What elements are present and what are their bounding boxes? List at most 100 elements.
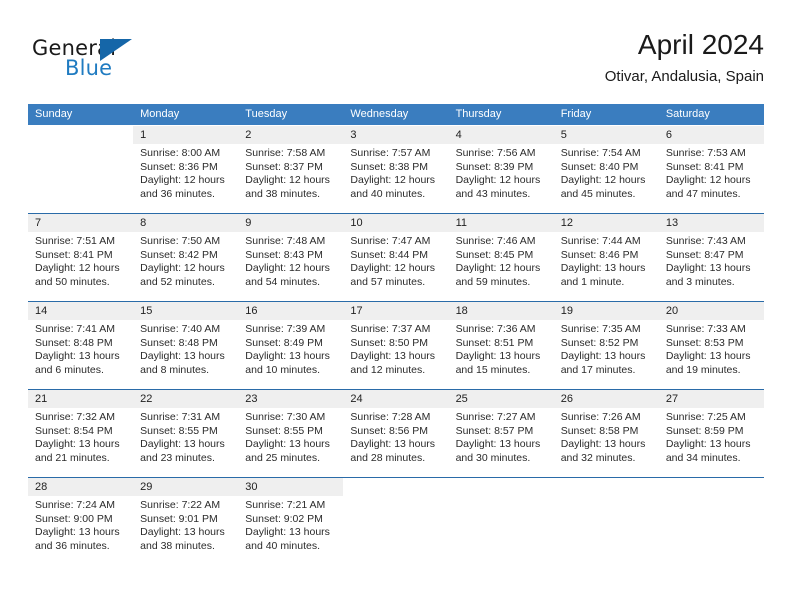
day-details: Sunrise: 7:54 AM Sunset: 8:40 PM Daylight:… <box>554 144 659 201</box>
calendar-day-cell[interactable]: 2 Sunrise: 7:58 AM Sunset: 8:37 PM Daylight… <box>238 126 344 213</box>
day-detail-line: Sunrise: 7:26 AM <box>560 411 641 423</box>
day-details: Sunrise: 7:43 AM Sunset: 8:47 PM Daylight:… <box>659 232 764 289</box>
day-number: 20 <box>658 302 764 320</box>
calendar-day-cell[interactable]: 15 Sunrise: 7:40 AM Sunset: 8:48 PM Dayligh… <box>133 302 239 389</box>
day-detail-line: Sunset: 8:41 PM <box>35 248 113 261</box>
general-blue-logo[interactable]: General Blue <box>32 36 192 88</box>
day-detail-line: and 40 minutes. <box>350 187 426 200</box>
day-detail-line: Sunrise: 7:56 AM <box>455 147 536 159</box>
calendar-day-cell[interactable]: 21 Sunrise: 7:32 AM Sunset: 8:54 PM Dayligh… <box>28 390 134 477</box>
day-detail-line: Sunset: 8:54 PM <box>35 424 113 437</box>
day-detail-line: Daylight: 12 hours <box>350 262 436 274</box>
calendar-day-cell-empty <box>553 478 659 565</box>
day-details: Sunrise: 7:24 AM Sunset: 9:00 PM Daylight:… <box>28 496 133 553</box>
day-number: 1 <box>133 126 239 144</box>
day-detail-line: Daylight: 13 hours <box>245 350 330 362</box>
calendar-day-cell[interactable]: 20 Sunrise: 7:33 AM Sunset: 8:53 PM Dayligh… <box>658 302 764 389</box>
calendar-day-cell[interactable]: 16 Sunrise: 7:39 AM Sunset: 8:49 PM Dayligh… <box>238 302 344 389</box>
calendar-day-cell[interactable]: 12 Sunrise: 7:44 AM Sunset: 8:46 PM Dayligh… <box>553 214 659 301</box>
day-detail-line: Sunset: 9:02 PM <box>245 512 323 525</box>
weekday-header-saturday: Saturday <box>665 108 710 120</box>
day-details: Sunrise: 7:26 AM Sunset: 8:58 PM Daylight:… <box>554 408 659 465</box>
day-detail-line: Sunrise: 7:27 AM <box>455 411 536 423</box>
day-detail-line: Sunrise: 7:57 AM <box>350 147 431 159</box>
day-number: 3 <box>343 126 449 144</box>
day-details: Sunrise: 7:44 AM Sunset: 8:46 PM Daylight:… <box>554 232 659 289</box>
day-detail-line: and 38 minutes. <box>140 539 215 552</box>
day-detail-line: Sunrise: 7:22 AM <box>140 499 221 511</box>
day-detail-line: and 6 minutes. <box>35 363 104 376</box>
calendar-weeks: 1 Sunrise: 8:00 AM Sunset: 8:36 PM Daylight… <box>28 125 764 565</box>
calendar-day-cell[interactable]: 8 Sunrise: 7:50 AM Sunset: 8:42 PM Daylight… <box>133 214 239 301</box>
calendar-day-cell[interactable]: 14 Sunrise: 7:41 AM Sunset: 8:48 PM Dayligh… <box>28 302 134 389</box>
calendar-day-cell[interactable]: 26 Sunrise: 7:26 AM Sunset: 8:58 PM Dayligh… <box>553 390 659 477</box>
day-detail-line: Sunset: 8:38 PM <box>350 160 429 173</box>
day-detail-line: Sunset: 8:46 PM <box>560 248 639 261</box>
day-detail-line: Sunset: 8:52 PM <box>560 336 639 349</box>
calendar-day-cell-empty <box>448 478 554 565</box>
calendar-day-cell[interactable]: 9 Sunrise: 7:48 AM Sunset: 8:43 PM Daylight… <box>238 214 344 301</box>
weekday-header-wednesday: Wednesday <box>350 108 409 120</box>
day-detail-line: and 28 minutes. <box>350 451 426 464</box>
calendar-day-cell[interactable]: 7 Sunrise: 7:51 AM Sunset: 8:41 PM Daylight… <box>28 214 134 301</box>
day-detail-line: Sunset: 8:45 PM <box>455 248 534 261</box>
calendar-day-cell[interactable]: 1 Sunrise: 8:00 AM Sunset: 8:36 PM Daylight… <box>133 126 239 213</box>
day-number <box>343 478 448 496</box>
day-detail-line: Sunrise: 7:43 AM <box>665 235 746 247</box>
calendar-day-cell[interactable]: 3 Sunrise: 7:57 AM Sunset: 8:38 PM Daylight… <box>343 126 449 213</box>
day-detail-line: Sunset: 9:00 PM <box>35 512 113 525</box>
calendar-day-cell[interactable]: 5 Sunrise: 7:54 AM Sunset: 8:40 PM Daylight… <box>553 126 659 213</box>
day-detail-line: and 38 minutes. <box>245 187 320 200</box>
day-detail-line: Daylight: 13 hours <box>140 350 225 362</box>
calendar-day-cell[interactable]: 23 Sunrise: 7:30 AM Sunset: 8:55 PM Dayligh… <box>238 390 344 477</box>
calendar-day-cell[interactable]: 27 Sunrise: 7:25 AM Sunset: 8:59 PM Dayligh… <box>658 390 764 477</box>
day-detail-line: Sunrise: 7:46 AM <box>455 235 536 247</box>
weekday-header-sunday: Sunday <box>35 108 73 120</box>
calendar-day-cell[interactable]: 19 Sunrise: 7:35 AM Sunset: 8:52 PM Dayligh… <box>553 302 659 389</box>
day-detail-line: and 25 minutes. <box>245 451 320 464</box>
calendar-day-cell[interactable]: 30 Sunrise: 7:21 AM Sunset: 9:02 PM Dayligh… <box>238 478 344 565</box>
calendar-day-cell[interactable]: 18 Sunrise: 7:36 AM Sunset: 8:51 PM Dayligh… <box>448 302 554 389</box>
calendar-day-cell[interactable]: 10 Sunrise: 7:47 AM Sunset: 8:44 PM Dayligh… <box>343 214 449 301</box>
day-detail-line: and 59 minutes. <box>455 275 531 288</box>
calendar-day-cell[interactable]: 29 Sunrise: 7:22 AM Sunset: 9:01 PM Dayligh… <box>133 478 239 565</box>
calendar-day-cell[interactable]: 22 Sunrise: 7:31 AM Sunset: 8:55 PM Dayligh… <box>133 390 239 477</box>
calendar-grid: Sunday Monday Tuesday Wednesday Thursday… <box>28 104 764 565</box>
weekday-header-row: Sunday Monday Tuesday Wednesday Thursday… <box>28 104 764 125</box>
day-number: 15 <box>133 302 239 320</box>
day-detail-line: and 54 minutes. <box>245 275 320 288</box>
day-detail-line: Sunset: 8:53 PM <box>665 336 744 349</box>
day-detail-line: and 19 minutes. <box>665 363 741 376</box>
day-detail-line: Sunrise: 7:35 AM <box>560 323 641 335</box>
day-number: 21 <box>28 390 134 408</box>
day-number: 5 <box>553 126 659 144</box>
calendar-day-cell[interactable]: 25 Sunrise: 7:27 AM Sunset: 8:57 PM Dayligh… <box>448 390 554 477</box>
calendar-week-row: 1 Sunrise: 8:00 AM Sunset: 8:36 PM Daylight… <box>28 125 764 213</box>
day-detail-line: Sunrise: 7:50 AM <box>140 235 221 247</box>
weekday-header-friday: Friday <box>560 108 592 120</box>
day-detail-line: Sunrise: 7:40 AM <box>140 323 221 335</box>
day-number: 10 <box>343 214 449 232</box>
day-details: Sunrise: 7:32 AM Sunset: 8:54 PM Daylight:… <box>28 408 133 465</box>
calendar-day-cell[interactable]: 17 Sunrise: 7:37 AM Sunset: 8:50 PM Dayligh… <box>343 302 449 389</box>
calendar-day-cell[interactable]: 28 Sunrise: 7:24 AM Sunset: 9:00 PM Dayligh… <box>28 478 134 565</box>
day-number: 26 <box>553 390 659 408</box>
day-detail-line: Daylight: 12 hours <box>455 262 541 274</box>
calendar-page: General Blue April 2024 Otivar, Andalusi… <box>0 0 792 612</box>
day-number: 13 <box>658 214 764 232</box>
calendar-day-cell[interactable]: 6 Sunrise: 7:53 AM Sunset: 8:41 PM Daylight… <box>658 126 764 213</box>
calendar-day-cell[interactable]: 11 Sunrise: 7:46 AM Sunset: 8:45 PM Dayligh… <box>448 214 554 301</box>
day-detail-line: Daylight: 13 hours <box>350 350 436 362</box>
day-detail-line: and 43 minutes. <box>455 187 531 200</box>
day-detail-line: Sunset: 8:55 PM <box>140 424 218 437</box>
day-number <box>28 126 133 144</box>
calendar-day-cell[interactable]: 24 Sunrise: 7:28 AM Sunset: 8:56 PM Dayligh… <box>343 390 449 477</box>
day-detail-line: and 52 minutes. <box>140 275 215 288</box>
day-detail-line: Sunset: 8:36 PM <box>140 160 218 173</box>
day-detail-line: Sunrise: 7:25 AM <box>665 411 746 423</box>
day-details: Sunrise: 7:46 AM Sunset: 8:45 PM Daylight:… <box>449 232 554 289</box>
calendar-day-cell[interactable]: 4 Sunrise: 7:56 AM Sunset: 8:39 PM Daylight… <box>448 126 554 213</box>
day-details: Sunrise: 7:35 AM Sunset: 8:52 PM Daylight:… <box>554 320 659 377</box>
day-number <box>449 478 554 496</box>
calendar-day-cell[interactable]: 13 Sunrise: 7:43 AM Sunset: 8:47 PM Dayligh… <box>658 214 764 301</box>
